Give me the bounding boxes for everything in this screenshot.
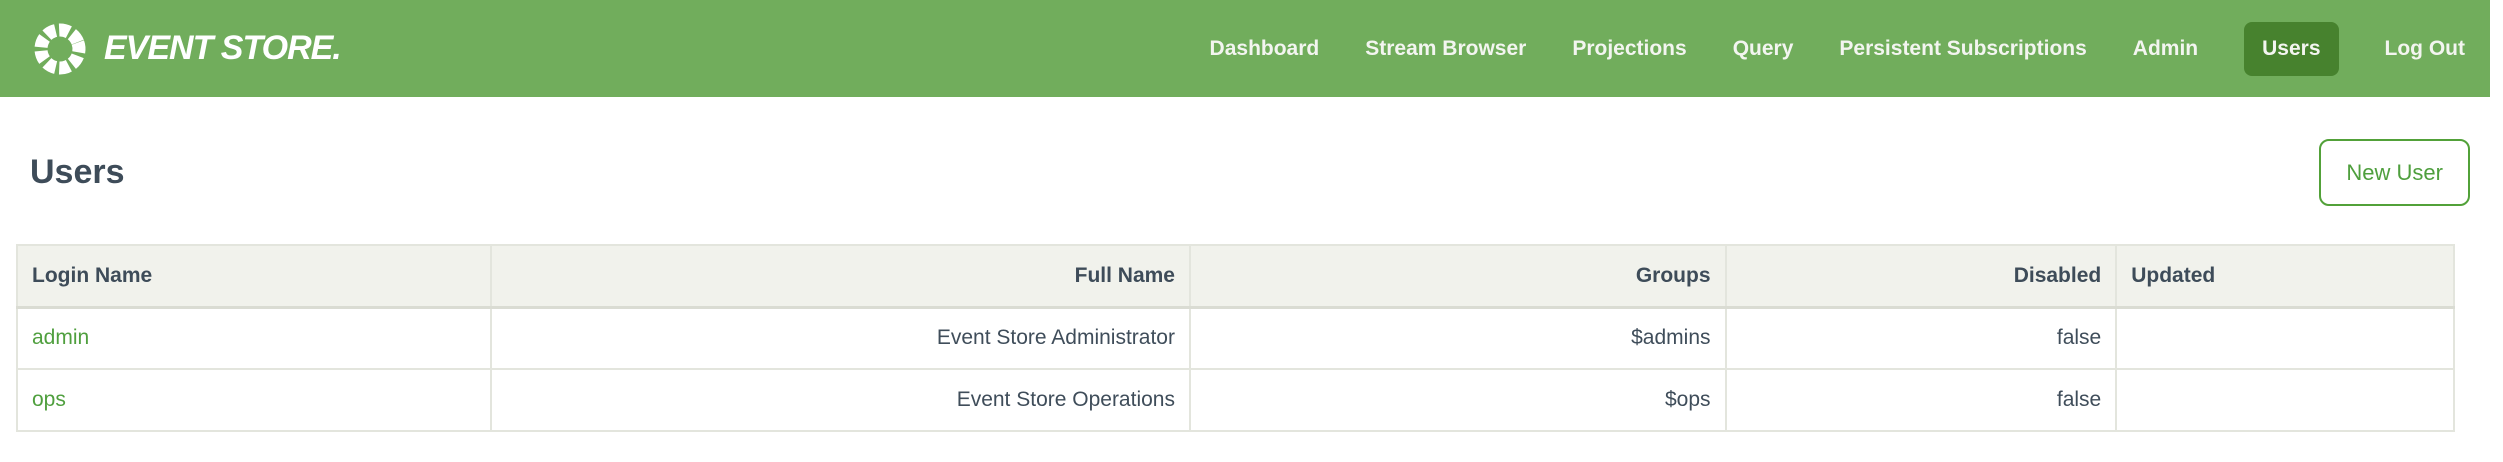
full-name-cell: Event Store Administrator [491,307,1190,369]
nav-item-projections[interactable]: Projections [1572,37,1686,61]
event-store-logo[interactable]: EVENT STORE. [30,19,341,79]
users-table: Login Name Full Name Groups Disabled Upd… [16,244,2455,432]
updated-cell [2116,369,2454,431]
top-navbar: EVENT STORE. Dashboard Stream Browser Pr… [0,0,2490,97]
nav-item-stream-browser[interactable]: Stream Browser [1365,37,1526,61]
column-header-login-name: Login Name [17,245,491,307]
table-row: ops Event Store Operations $ops false [17,369,2454,431]
table-header-row: Login Name Full Name Groups Disabled Upd… [17,245,2454,307]
logo-wordmark: EVENT STORE. [104,29,341,68]
nav-item-persistent-subscriptions[interactable]: Persistent Subscriptions [1839,37,2086,61]
page-title: Users [30,153,125,192]
column-header-updated: Updated [2116,245,2454,307]
groups-cell: $admins [1190,307,1726,369]
nav-item-log-out[interactable]: Log Out [2385,37,2465,61]
new-user-button[interactable]: New User [2319,139,2470,206]
groups-cell: $ops [1190,369,1726,431]
user-login-link[interactable]: ops [32,388,66,411]
disabled-cell: false [1726,369,2117,431]
nav-item-dashboard[interactable]: Dashboard [1210,37,1320,61]
full-name-cell: Event Store Operations [491,369,1190,431]
event-store-shutter-icon [30,19,90,79]
column-header-groups: Groups [1190,245,1726,307]
disabled-cell: false [1726,307,2117,369]
page-header: Users New User [30,139,2470,206]
nav-item-users[interactable]: Users [2244,22,2338,76]
nav-item-query[interactable]: Query [1733,37,1794,61]
nav-item-admin[interactable]: Admin [2133,37,2198,61]
column-header-disabled: Disabled [1726,245,2117,307]
column-header-full-name: Full Name [491,245,1190,307]
table-row: admin Event Store Administrator $admins … [17,307,2454,369]
updated-cell [2116,307,2454,369]
main-nav: Dashboard Stream Browser Projections Que… [1210,22,2490,76]
user-login-link[interactable]: admin [32,326,89,349]
